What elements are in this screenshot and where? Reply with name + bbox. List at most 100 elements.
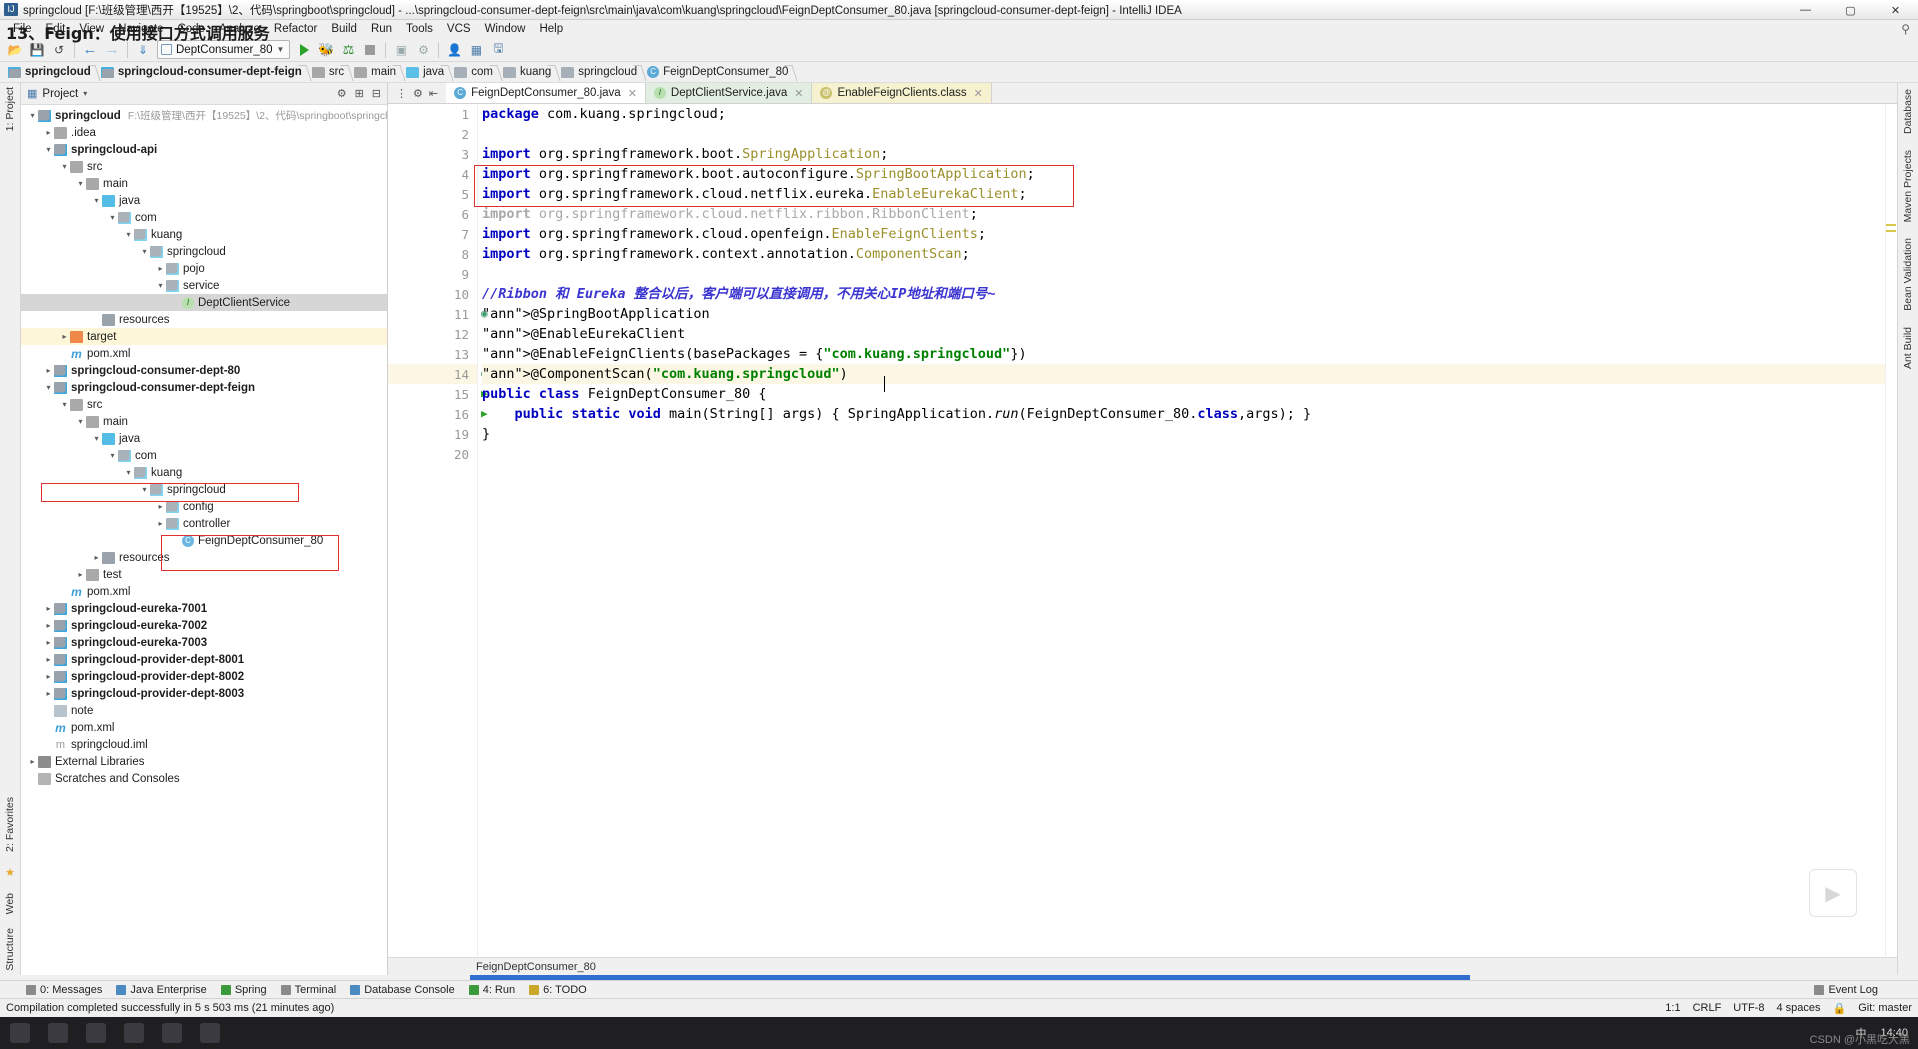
tree-row[interactable]: ▸ springcloud-eureka-7001 bbox=[21, 600, 387, 617]
tree-row[interactable]: ▾ springcloud bbox=[21, 243, 387, 260]
chevron-down-icon[interactable]: ▾ bbox=[43, 145, 54, 154]
menu-build[interactable]: Build bbox=[324, 23, 364, 35]
menu-window[interactable]: Window bbox=[478, 23, 533, 35]
project-tree[interactable]: ▾ springcloud F:\班级管理\西开【19525】\2、代码\sprin… bbox=[21, 105, 387, 975]
code-line[interactable]: "ann">@EnableFeignClients(basePackages =… bbox=[482, 344, 1897, 364]
tree-row[interactable]: ▾ springcloud-consumer-dept-feign bbox=[21, 379, 387, 396]
code-line[interactable]: package com.kuang.springcloud; bbox=[482, 104, 1897, 124]
rail-item-project[interactable]: 1: Project bbox=[4, 87, 16, 131]
menu-help[interactable]: Help bbox=[532, 23, 570, 35]
tree-row[interactable]: ▸ pojo bbox=[21, 260, 387, 277]
tree-row[interactable]: ▾ java bbox=[21, 430, 387, 447]
coverage-icon[interactable]: ⚖ bbox=[337, 40, 359, 60]
collapse-icon[interactable]: ⊞ bbox=[355, 87, 364, 100]
tree-row[interactable]: ▸ External Libraries bbox=[21, 753, 387, 770]
settings-icon[interactable]: ⚙ bbox=[413, 87, 423, 100]
stop-icon[interactable] bbox=[359, 40, 381, 60]
breadcrumb-item-module[interactable]: springcloud-consumer-dept-feign bbox=[97, 62, 308, 82]
chevron-right-icon[interactable]: ▸ bbox=[43, 655, 54, 664]
code-line[interactable]: } bbox=[482, 424, 1897, 444]
rail-item-bean-validation[interactable]: Bean Validation bbox=[1902, 238, 1914, 311]
rail-item-maven[interactable]: Maven Projects bbox=[1902, 150, 1914, 222]
tree-row[interactable]: ▾ springcloud-api bbox=[21, 141, 387, 158]
search-icon[interactable] bbox=[48, 1023, 68, 1043]
tw-messages[interactable]: 0: Messages bbox=[26, 984, 102, 996]
rail-item-ant-build[interactable]: Ant Build bbox=[1902, 327, 1914, 369]
tree-row[interactable]: note bbox=[21, 702, 387, 719]
code-line[interactable]: public static void main(String[] args) {… bbox=[482, 404, 1897, 424]
chevron-down-icon[interactable]: ▾ bbox=[155, 281, 166, 290]
tab-enablefeignclients[interactable]: @ EnableFeignClients.class ✕ bbox=[812, 83, 992, 103]
code-line[interactable]: import org.springframework.boot.SpringAp… bbox=[482, 144, 1897, 164]
close-button[interactable]: ✕ bbox=[1873, 0, 1918, 20]
debug-icon[interactable]: 🐝 bbox=[315, 40, 337, 60]
chevron-down-icon[interactable]: ▾ bbox=[91, 196, 102, 205]
code-line[interactable]: import org.springframework.context.annot… bbox=[482, 244, 1897, 264]
sync-gradle-icon[interactable]: ⚙ bbox=[412, 40, 434, 60]
tree-row[interactable]: Scratches and Consoles bbox=[21, 770, 387, 787]
tree-row[interactable]: ▾ springcloud F:\班级管理\西开【19525】\2、代码\sprin… bbox=[21, 107, 387, 124]
close-icon[interactable]: ✕ bbox=[794, 87, 803, 100]
close-icon[interactable]: ✕ bbox=[974, 87, 983, 100]
tree-row[interactable]: resources bbox=[21, 311, 387, 328]
chevron-down-icon[interactable]: ▾ bbox=[123, 230, 134, 239]
start-icon[interactable] bbox=[10, 1023, 30, 1043]
explorer-icon[interactable] bbox=[124, 1023, 144, 1043]
code-line[interactable] bbox=[482, 264, 1897, 284]
code-line[interactable] bbox=[482, 444, 1897, 464]
tree-row[interactable]: ▾ main bbox=[21, 175, 387, 192]
chevron-right-icon[interactable]: ▸ bbox=[27, 757, 38, 766]
menu-refactor[interactable]: Refactor bbox=[267, 23, 324, 35]
chevron-down-icon[interactable]: ▾ bbox=[59, 400, 70, 409]
chevron-right-icon[interactable]: ▸ bbox=[43, 366, 54, 375]
tree-row[interactable]: ▸ springcloud-provider-dept-8003 bbox=[21, 685, 387, 702]
gear-icon[interactable]: ⚙ bbox=[337, 87, 347, 100]
tree-row[interactable]: m pom.xml bbox=[21, 583, 387, 600]
git-branch[interactable]: Git: master bbox=[1858, 1002, 1912, 1014]
rail-item-favorites[interactable]: 2: Favorites bbox=[4, 797, 16, 852]
taskview-icon[interactable] bbox=[86, 1023, 106, 1043]
tree-row[interactable]: ▸ springcloud-provider-dept-8001 bbox=[21, 651, 387, 668]
tree-row[interactable]: ▸ springcloud-eureka-7003 bbox=[21, 634, 387, 651]
build-icon[interactable]: ▣ bbox=[390, 40, 412, 60]
tree-row[interactable]: ▾ com bbox=[21, 209, 387, 226]
tree-row[interactable]: ▾ kuang bbox=[21, 464, 387, 481]
code-line[interactable] bbox=[482, 124, 1897, 144]
tree-row[interactable]: ▾ com bbox=[21, 447, 387, 464]
tree-row[interactable]: m pom.xml bbox=[21, 345, 387, 362]
encoding[interactable]: UTF-8 bbox=[1733, 1002, 1764, 1014]
code-line[interactable]: import org.springframework.cloud.openfei… bbox=[482, 224, 1897, 244]
breadcrumb-item-kuang[interactable]: kuang bbox=[499, 62, 557, 82]
rail-item-web[interactable]: Web bbox=[4, 893, 16, 914]
tree-row[interactable]: m springcloud.iml bbox=[21, 736, 387, 753]
chevron-down-icon[interactable]: ▾ bbox=[83, 89, 87, 98]
chevron-right-icon[interactable]: ▸ bbox=[155, 519, 166, 528]
rail-item-structure[interactable]: Structure bbox=[4, 928, 16, 971]
tab-feigndeptconsumer[interactable]: C FeignDeptConsumer_80.java ✕ bbox=[446, 83, 646, 103]
tree-row[interactable]: ▾ kuang bbox=[21, 226, 387, 243]
chevron-right-icon[interactable]: ▸ bbox=[91, 553, 102, 562]
chevron-right-icon[interactable]: ▸ bbox=[43, 621, 54, 630]
tree-row[interactable]: ▸ resources bbox=[21, 549, 387, 566]
code-editor[interactable]: 1234567891011◉121314◉15▶16▶1920 package … bbox=[388, 104, 1897, 957]
search-icon[interactable]: ⚲ bbox=[1901, 22, 1910, 36]
tw-database-console[interactable]: Database Console bbox=[350, 984, 455, 996]
code-line[interactable]: import org.springframework.cloud.netflix… bbox=[482, 204, 1897, 224]
maximize-button[interactable]: ▢ bbox=[1828, 0, 1873, 20]
chevron-right-icon[interactable]: ▸ bbox=[43, 689, 54, 698]
breadcrumb-item-springcloud[interactable]: springcloud bbox=[4, 62, 97, 82]
tree-row[interactable]: ▸ springcloud-eureka-7002 bbox=[21, 617, 387, 634]
split-icon[interactable]: ⋮ bbox=[396, 87, 407, 100]
rail-item-database[interactable]: Database bbox=[1902, 89, 1914, 134]
line-separator[interactable]: CRLF bbox=[1693, 1002, 1722, 1014]
tw-terminal[interactable]: Terminal bbox=[280, 984, 336, 996]
indent-setting[interactable]: 4 spaces bbox=[1776, 1002, 1820, 1014]
idea-icon[interactable] bbox=[200, 1023, 220, 1043]
chevron-right-icon[interactable]: ▸ bbox=[155, 502, 166, 511]
chevron-right-icon[interactable]: ▸ bbox=[43, 128, 54, 137]
chevron-down-icon[interactable]: ▾ bbox=[27, 111, 38, 120]
breadcrumb-item-class[interactable]: C FeignDeptConsumer_80 bbox=[643, 62, 794, 82]
tree-row[interactable]: ▾ java bbox=[21, 192, 387, 209]
breadcrumb-item-main[interactable]: main bbox=[350, 62, 402, 82]
chevron-down-icon[interactable]: ▾ bbox=[75, 417, 86, 426]
